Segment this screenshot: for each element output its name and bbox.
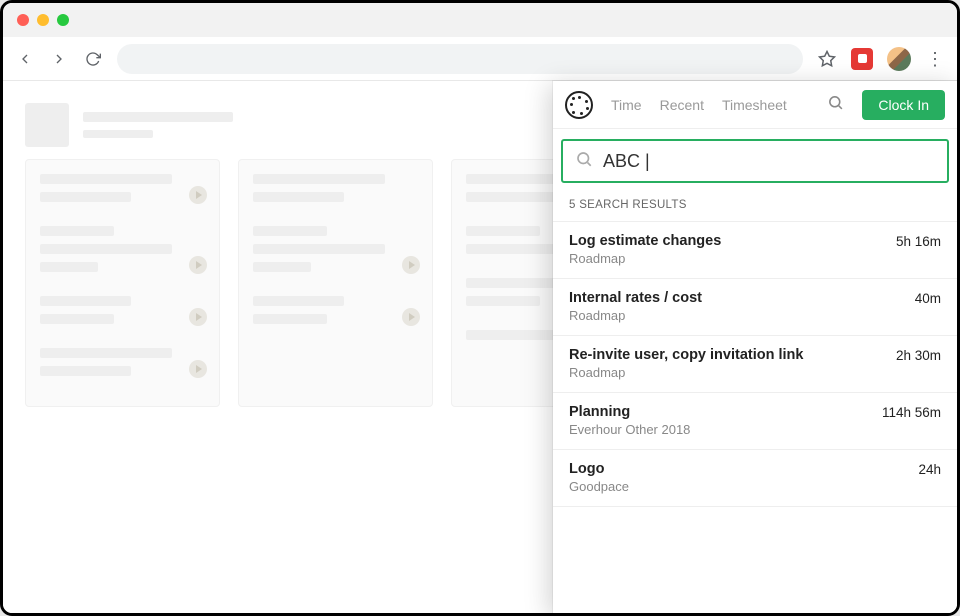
results-divider (553, 506, 957, 507)
result-project: Everhour Other 2018 (569, 422, 690, 437)
titlebar (3, 3, 957, 37)
profile-avatar[interactable] (887, 47, 911, 71)
search-box[interactable] (561, 139, 949, 183)
result-project: Roadmap (569, 308, 702, 323)
tab-time[interactable]: Time (611, 97, 642, 113)
board-column (238, 159, 433, 407)
result-project: Goodpace (569, 479, 629, 494)
window-minimize-icon[interactable] (37, 14, 49, 26)
board-card[interactable] (253, 296, 418, 324)
reload-button[interactable] (83, 49, 103, 69)
play-icon[interactable] (402, 308, 420, 326)
result-project: Roadmap (569, 365, 803, 380)
board-card[interactable] (253, 226, 418, 272)
skeleton-line (83, 112, 233, 122)
result-title: Logo (569, 461, 629, 477)
search-icon[interactable] (827, 94, 844, 116)
board-card[interactable] (40, 348, 205, 376)
search-result[interactable]: Re-invite user, copy invitation link Roa… (553, 335, 957, 392)
browser-window: ⋮ (0, 0, 960, 616)
forward-button[interactable] (49, 49, 69, 69)
back-button[interactable] (15, 49, 35, 69)
tab-timesheet[interactable]: Timesheet (722, 97, 787, 113)
search-input[interactable] (603, 151, 935, 172)
play-icon[interactable] (402, 256, 420, 274)
window-close-icon[interactable] (17, 14, 29, 26)
result-time: 24h (910, 461, 941, 477)
tab-recent[interactable]: Recent (660, 97, 704, 113)
page-content: Time Recent Timesheet Clock In 5 SEARCH … (3, 81, 957, 613)
result-title: Internal rates / cost (569, 290, 702, 306)
time-tracker-popup: Time Recent Timesheet Clock In 5 SEARCH … (553, 81, 957, 613)
result-time: 2h 30m (888, 347, 941, 363)
kebab-menu-icon[interactable]: ⋮ (925, 49, 945, 69)
skeleton-avatar (25, 103, 69, 147)
result-title: Log estimate changes (569, 233, 721, 249)
address-bar[interactable] (117, 44, 803, 74)
play-icon[interactable] (189, 256, 207, 274)
result-title: Planning (569, 404, 690, 420)
bookmark-star-icon[interactable] (817, 49, 837, 69)
board-card[interactable] (40, 296, 205, 324)
search-results-label: 5 SEARCH RESULTS (553, 183, 957, 221)
search-result[interactable]: Internal rates / cost Roadmap 40m (553, 278, 957, 335)
search-result[interactable]: Logo Goodpace 24h (553, 449, 957, 506)
play-icon[interactable] (189, 360, 207, 378)
browser-toolbar: ⋮ (3, 37, 957, 81)
extension-icon[interactable] (851, 48, 873, 70)
result-time: 114h 56m (874, 404, 941, 420)
play-icon[interactable] (189, 308, 207, 326)
board-card[interactable] (40, 226, 205, 272)
skeleton-line (83, 130, 153, 138)
search-wrap (553, 129, 957, 183)
search-input-icon (575, 150, 593, 173)
board-card[interactable] (40, 174, 205, 202)
result-time: 5h 16m (888, 233, 941, 249)
board-column (25, 159, 220, 407)
search-result[interactable]: Planning Everhour Other 2018 114h 56m (553, 392, 957, 449)
search-result[interactable]: Log estimate changes Roadmap 5h 16m (553, 221, 957, 278)
window-zoom-icon[interactable] (57, 14, 69, 26)
play-icon[interactable] (189, 186, 207, 204)
result-time: 40m (907, 290, 941, 306)
clock-in-button[interactable]: Clock In (862, 90, 945, 120)
app-logo-icon[interactable] (565, 91, 593, 119)
board-card[interactable] (253, 174, 418, 202)
result-title: Re-invite user, copy invitation link (569, 347, 803, 363)
result-project: Roadmap (569, 251, 721, 266)
popup-header: Time Recent Timesheet Clock In (553, 81, 957, 129)
